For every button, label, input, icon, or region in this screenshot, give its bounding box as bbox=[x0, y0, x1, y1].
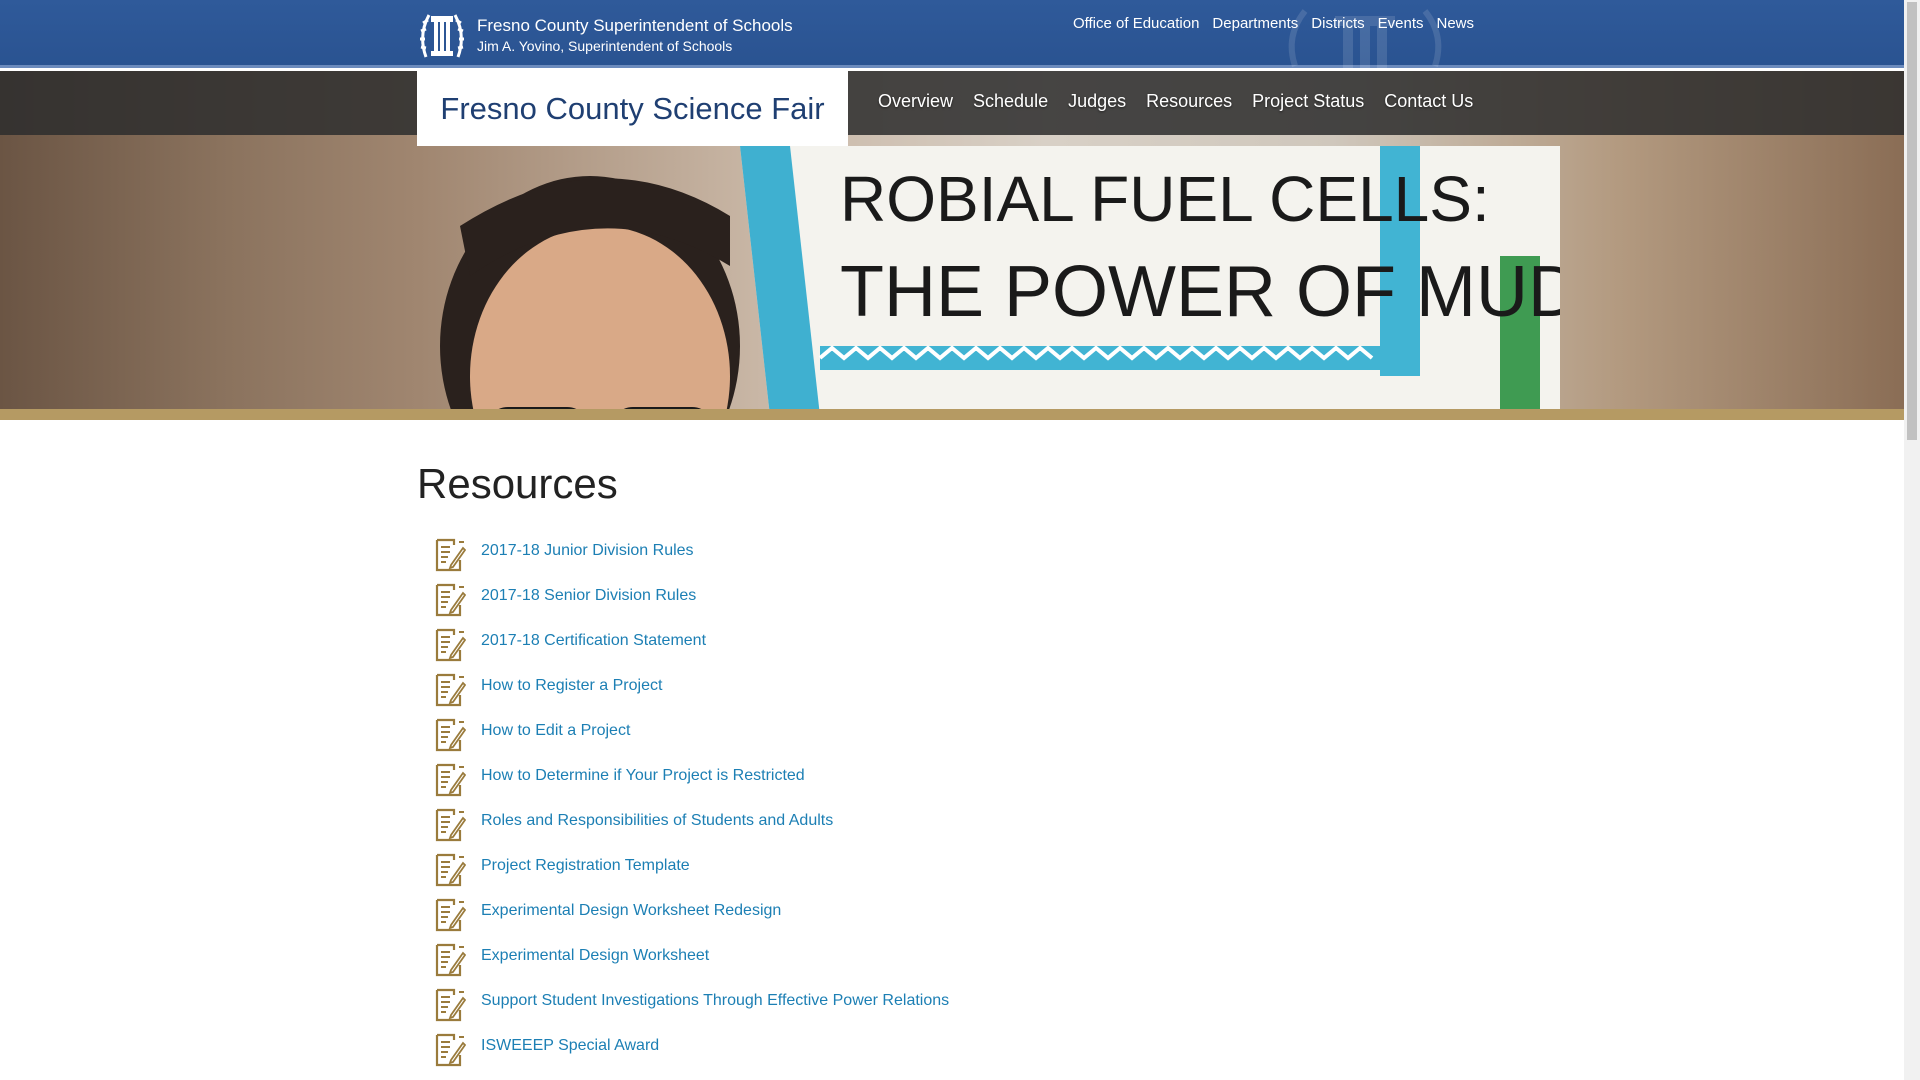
hero-sign-line2: THE POWER OF MUD! bbox=[840, 252, 1560, 332]
top-bar: Fresno County Superintendent of Schools … bbox=[0, 0, 1904, 68]
list-item: How to Determine if Your Project is Rest… bbox=[434, 763, 949, 808]
site-title[interactable]: Fresno County Science Fair bbox=[440, 91, 824, 127]
hero-banner: ROBIAL FUEL CELLS: THE POWER OF MUD! bbox=[0, 71, 1904, 409]
org-text: Fresno County Superintendent of Schools … bbox=[477, 15, 793, 56]
org-logo-link[interactable]: Fresno County Superintendent of Schools … bbox=[417, 11, 793, 59]
nav-resources[interactable]: Resources bbox=[1146, 91, 1232, 112]
document-edit-icon bbox=[435, 988, 466, 1022]
document-edit-icon bbox=[435, 673, 466, 707]
document-edit-icon bbox=[435, 763, 466, 797]
document-edit-icon bbox=[435, 538, 466, 572]
resource-link[interactable]: 2017-18 Junior Division Rules bbox=[481, 542, 694, 560]
nav-overview[interactable]: Overview bbox=[878, 91, 953, 112]
resource-link[interactable]: 2017-18 Certification Statement bbox=[481, 632, 706, 650]
utility-nav: Office of Education Departments District… bbox=[1060, 15, 1474, 32]
utility-link-events[interactable]: Events bbox=[1378, 15, 1424, 32]
resource-link[interactable]: Support Student Investigations Through E… bbox=[481, 992, 949, 1010]
page-title: Resources bbox=[417, 460, 618, 507]
resource-link[interactable]: Roles and Responsibilities of Students a… bbox=[481, 812, 833, 830]
list-item: ISWEEEP Special Award bbox=[434, 1033, 949, 1078]
nav-contact-us[interactable]: Contact Us bbox=[1384, 91, 1473, 112]
list-item: How to Edit a Project bbox=[434, 718, 949, 763]
list-item: Experimental Design Worksheet Redesign bbox=[434, 898, 949, 943]
document-edit-icon bbox=[435, 808, 466, 842]
nav-project-status[interactable]: Project Status bbox=[1252, 91, 1364, 112]
hero-sign-line1: ROBIAL FUEL CELLS: bbox=[840, 163, 1490, 235]
resource-link[interactable]: Project Registration Template bbox=[481, 857, 690, 875]
list-item: 2017-18 Junior Division Rules bbox=[434, 538, 949, 583]
hero-image-student bbox=[440, 176, 740, 409]
list-item: 2017-18 Senior Division Rules bbox=[434, 583, 949, 628]
nav-schedule[interactable]: Schedule bbox=[973, 91, 1048, 112]
utility-link-news[interactable]: News bbox=[1436, 15, 1474, 32]
list-item: How to Register a Project bbox=[434, 673, 949, 718]
column-pillar-icon bbox=[420, 14, 464, 58]
resource-link[interactable]: How to Register a Project bbox=[481, 677, 662, 695]
document-edit-icon bbox=[435, 718, 466, 752]
document-edit-icon bbox=[435, 943, 466, 977]
utility-link-departments[interactable]: Departments bbox=[1212, 15, 1298, 32]
hero-image-sign: ROBIAL FUEL CELLS: THE POWER OF MUD! bbox=[740, 146, 1560, 409]
document-edit-icon bbox=[435, 898, 466, 932]
resource-link[interactable]: ISWEEEP Special Award bbox=[481, 1037, 659, 1055]
main-nav: Overview Schedule Judges Resources Proje… bbox=[878, 91, 1493, 112]
list-item: Experimental Design Worksheet bbox=[434, 943, 949, 988]
list-item: Roles and Responsibilities of Students a… bbox=[434, 808, 949, 853]
org-name: Fresno County Superintendent of Schools bbox=[477, 15, 793, 35]
utility-link-office-of-education[interactable]: Office of Education bbox=[1073, 15, 1199, 32]
resource-link[interactable]: How to Determine if Your Project is Rest… bbox=[481, 767, 805, 785]
list-item: 2017-18 Certification Statement bbox=[434, 628, 949, 673]
site-title-box: Fresno County Science Fair bbox=[417, 71, 848, 146]
list-item: Project Registration Template bbox=[434, 853, 949, 898]
utility-link-districts[interactable]: Districts bbox=[1311, 15, 1364, 32]
page-scrollbar[interactable] bbox=[1904, 0, 1920, 1080]
resource-list: 2017-18 Junior Division Rules 2017-18 Se… bbox=[434, 538, 949, 1078]
scrollbar-thumb[interactable] bbox=[1907, 2, 1917, 440]
resource-link[interactable]: Experimental Design Worksheet Redesign bbox=[481, 902, 781, 920]
gold-divider bbox=[0, 409, 1904, 420]
resource-link[interactable]: Experimental Design Worksheet bbox=[481, 947, 709, 965]
document-edit-icon bbox=[435, 628, 466, 662]
document-edit-icon bbox=[435, 853, 466, 887]
org-subtitle: Jim A. Yovino, Superintendent of Schools bbox=[477, 37, 733, 54]
document-edit-icon bbox=[435, 1033, 466, 1067]
nav-judges[interactable]: Judges bbox=[1068, 91, 1126, 112]
resource-link[interactable]: How to Edit a Project bbox=[481, 722, 630, 740]
list-item: Support Student Investigations Through E… bbox=[434, 988, 949, 1033]
document-edit-icon bbox=[435, 583, 466, 617]
resource-link[interactable]: 2017-18 Senior Division Rules bbox=[481, 587, 696, 605]
